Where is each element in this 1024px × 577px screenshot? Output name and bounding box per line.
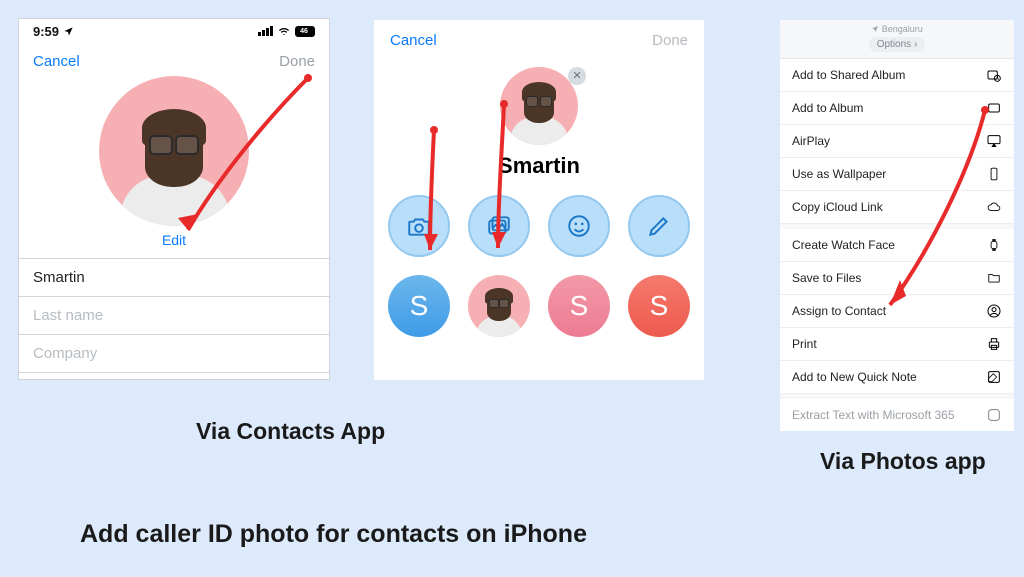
memoji-icon bbox=[508, 83, 570, 145]
photo-picker-panel: Cancel Done ✕ Smartin S S S bbox=[374, 20, 704, 380]
action-label: Copy iCloud Link bbox=[792, 200, 883, 214]
share-action-wallpaper[interactable]: Use as Wallpaper bbox=[780, 158, 1014, 191]
printer-icon bbox=[986, 336, 1002, 352]
action-label: Assign to Contact bbox=[792, 304, 886, 318]
photos-share-sheet: Bengaluru Options › Add to Shared Album … bbox=[780, 20, 1014, 414]
share-action-save-files[interactable]: Save to Files bbox=[780, 262, 1014, 295]
cancel-button[interactable]: Cancel bbox=[33, 53, 80, 70]
share-action-add-shared-album[interactable]: Add to Shared Album bbox=[780, 59, 1014, 92]
action-label: Add to Shared Album bbox=[792, 68, 905, 82]
monogram-option-blue[interactable]: S bbox=[388, 275, 450, 337]
action-label: Save to Files bbox=[792, 271, 861, 285]
action-label: Add to Album bbox=[792, 101, 863, 115]
first-name-field[interactable]: Smartin bbox=[19, 258, 329, 296]
memoji-icon bbox=[475, 289, 523, 337]
memoji-icon bbox=[117, 111, 232, 226]
emoji-icon bbox=[566, 213, 592, 239]
company-field[interactable]: Company bbox=[19, 334, 329, 373]
shared-album-icon bbox=[986, 67, 1002, 83]
folder-icon bbox=[986, 270, 1002, 286]
monogram-option-pink[interactable]: S bbox=[548, 275, 610, 337]
airplay-icon bbox=[986, 133, 1002, 149]
done-button[interactable]: Done bbox=[652, 32, 688, 49]
action-label: AirPlay bbox=[792, 134, 830, 148]
action-label: Add to New Quick Note bbox=[792, 370, 917, 384]
share-action-add-album[interactable]: Add to Album bbox=[780, 92, 1014, 125]
cancel-button[interactable]: Cancel bbox=[390, 32, 437, 49]
quick-note-icon bbox=[986, 369, 1002, 385]
location-label: Bengaluru bbox=[871, 24, 923, 34]
share-action-extract-text[interactable]: Extract Text with Microsoft 365 bbox=[780, 399, 1014, 431]
caption-photos: Via Photos app bbox=[820, 448, 986, 475]
cloud-icon bbox=[986, 199, 1002, 215]
caption-contacts: Via Contacts App bbox=[196, 418, 385, 445]
caption-main: Add caller ID photo for contacts on iPho… bbox=[80, 520, 587, 549]
pencil-icon bbox=[646, 213, 672, 239]
share-action-assign-contact[interactable]: Assign to Contact bbox=[780, 295, 1014, 328]
action-label: Extract Text with Microsoft 365 bbox=[792, 408, 955, 422]
edit-photo-link[interactable]: Edit bbox=[162, 232, 186, 248]
watch-icon bbox=[986, 237, 1002, 253]
done-button[interactable]: Done bbox=[279, 53, 315, 70]
photo-library-button[interactable] bbox=[468, 195, 530, 257]
emoji-button[interactable] bbox=[548, 195, 610, 257]
location-arrow-icon bbox=[63, 26, 74, 37]
share-action-watch-face[interactable]: Create Watch Face bbox=[780, 229, 1014, 262]
camera-icon bbox=[406, 213, 432, 239]
album-icon bbox=[986, 100, 1002, 116]
action-label: Use as Wallpaper bbox=[792, 167, 886, 181]
share-sheet-header: Bengaluru Options › bbox=[780, 20, 1014, 59]
action-label: Print bbox=[792, 337, 817, 351]
share-action-icloud-link[interactable]: Copy iCloud Link bbox=[780, 191, 1014, 224]
share-action-airplay[interactable]: AirPlay bbox=[780, 125, 1014, 158]
contact-avatar[interactable] bbox=[500, 67, 578, 145]
options-button[interactable]: Options › bbox=[869, 37, 926, 52]
memoji-option[interactable] bbox=[468, 275, 530, 337]
action-label: Create Watch Face bbox=[792, 238, 895, 252]
last-name-field[interactable]: Last name bbox=[19, 296, 329, 334]
cell-signal-icon bbox=[258, 26, 273, 36]
status-bar: 9:59 46 bbox=[19, 19, 329, 43]
contacts-edit-panel: 9:59 46 Cancel Done Edit Smartin Last na… bbox=[18, 18, 330, 380]
camera-button[interactable] bbox=[388, 195, 450, 257]
photo-library-icon bbox=[486, 213, 512, 239]
style-button[interactable] bbox=[628, 195, 690, 257]
contact-avatar-area: Edit bbox=[19, 76, 329, 248]
extract-text-icon bbox=[986, 407, 1002, 423]
contact-circle-icon bbox=[986, 303, 1002, 319]
monogram-option-red[interactable]: S bbox=[628, 275, 690, 337]
status-time: 9:59 bbox=[33, 24, 74, 39]
share-action-quick-note[interactable]: Add to New Quick Note bbox=[780, 361, 1014, 394]
share-action-print[interactable]: Print bbox=[780, 328, 1014, 361]
location-arrow-icon bbox=[871, 25, 879, 33]
wifi-icon bbox=[277, 26, 291, 37]
phone-outline-icon bbox=[986, 166, 1002, 182]
battery-icon: 46 bbox=[295, 26, 315, 37]
contact-avatar[interactable] bbox=[99, 76, 249, 226]
contact-name: Smartin bbox=[498, 153, 580, 179]
